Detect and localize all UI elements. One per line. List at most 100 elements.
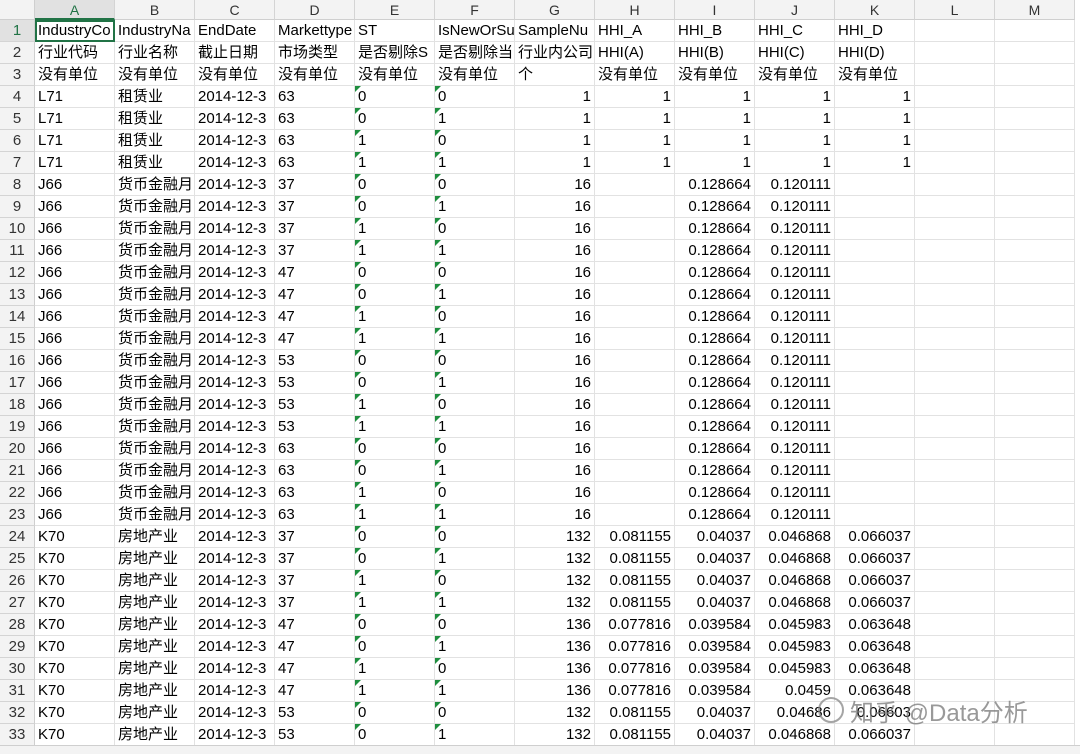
column-header-j[interactable]: J bbox=[755, 0, 835, 20]
table-cell[interactable]: 16 bbox=[515, 460, 595, 482]
table-cell[interactable]: 0.120111 bbox=[755, 174, 835, 196]
column-header-g[interactable]: G bbox=[515, 0, 595, 20]
table-cell[interactable]: 0 bbox=[435, 350, 515, 372]
row-header[interactable]: 7 bbox=[0, 152, 35, 174]
table-cell[interactable]: 0.039584 bbox=[675, 636, 755, 658]
table-cell[interactable] bbox=[835, 504, 915, 526]
table-cell[interactable]: 货币金融月 bbox=[115, 482, 195, 504]
table-cell[interactable]: 0 bbox=[355, 86, 435, 108]
table-cell[interactable]: 1 bbox=[435, 636, 515, 658]
table-cell[interactable]: 0.128664 bbox=[675, 240, 755, 262]
table-cell[interactable]: 53 bbox=[275, 702, 355, 724]
table-cell[interactable]: 1 bbox=[355, 240, 435, 262]
table-cell[interactable]: 0.081155 bbox=[595, 548, 675, 570]
table-cell[interactable]: 房地产业 bbox=[115, 658, 195, 680]
table-cell[interactable] bbox=[915, 504, 995, 526]
table-cell[interactable]: IsNewOrSu bbox=[435, 20, 515, 42]
row-header[interactable]: 29 bbox=[0, 636, 35, 658]
row-header[interactable]: 5 bbox=[0, 108, 35, 130]
table-cell[interactable] bbox=[995, 592, 1075, 614]
table-cell[interactable]: 2014-12-3 bbox=[195, 152, 275, 174]
table-cell[interactable]: 是否剔除S bbox=[355, 42, 435, 64]
table-cell[interactable] bbox=[995, 20, 1075, 42]
table-cell[interactable]: 0.04037 bbox=[675, 702, 755, 724]
table-cell[interactable]: 2014-12-3 bbox=[195, 328, 275, 350]
table-cell[interactable]: 房地产业 bbox=[115, 636, 195, 658]
row-header[interactable]: 6 bbox=[0, 130, 35, 152]
table-cell[interactable]: 0.128664 bbox=[675, 416, 755, 438]
table-cell[interactable]: 0.063648 bbox=[835, 614, 915, 636]
table-cell[interactable]: 0.04037 bbox=[675, 570, 755, 592]
table-cell[interactable]: 1 bbox=[755, 130, 835, 152]
table-cell[interactable]: 136 bbox=[515, 636, 595, 658]
table-cell[interactable]: 53 bbox=[275, 350, 355, 372]
table-cell[interactable]: 16 bbox=[515, 306, 595, 328]
table-cell[interactable]: 1 bbox=[435, 108, 515, 130]
table-cell[interactable]: 货币金融月 bbox=[115, 394, 195, 416]
table-cell[interactable]: 货币金融月 bbox=[115, 174, 195, 196]
table-cell[interactable] bbox=[995, 614, 1075, 636]
table-cell[interactable]: 37 bbox=[275, 570, 355, 592]
table-cell[interactable]: 1 bbox=[435, 680, 515, 702]
table-cell[interactable]: 2014-12-3 bbox=[195, 482, 275, 504]
table-cell[interactable]: 136 bbox=[515, 658, 595, 680]
table-cell[interactable] bbox=[835, 174, 915, 196]
table-cell[interactable]: 0.120111 bbox=[755, 438, 835, 460]
table-cell[interactable]: 1 bbox=[435, 372, 515, 394]
row-header[interactable]: 28 bbox=[0, 614, 35, 636]
table-cell[interactable] bbox=[835, 196, 915, 218]
table-cell[interactable]: 截止日期 bbox=[195, 42, 275, 64]
table-cell[interactable]: 0 bbox=[435, 482, 515, 504]
table-cell[interactable]: 16 bbox=[515, 262, 595, 284]
table-cell[interactable]: 0.063648 bbox=[835, 636, 915, 658]
table-cell[interactable]: 0 bbox=[435, 306, 515, 328]
table-cell[interactable]: 0 bbox=[435, 174, 515, 196]
table-cell[interactable]: 0 bbox=[435, 614, 515, 636]
table-cell[interactable]: 0.128664 bbox=[675, 174, 755, 196]
table-cell[interactable] bbox=[915, 262, 995, 284]
table-cell[interactable] bbox=[835, 482, 915, 504]
table-cell[interactable] bbox=[835, 306, 915, 328]
table-cell[interactable]: 货币金融月 bbox=[115, 306, 195, 328]
table-cell[interactable]: 0.077816 bbox=[595, 680, 675, 702]
table-cell[interactable]: 0.128664 bbox=[675, 328, 755, 350]
table-cell[interactable] bbox=[595, 240, 675, 262]
table-cell[interactable]: 1 bbox=[595, 86, 675, 108]
table-cell[interactable] bbox=[995, 526, 1075, 548]
table-cell[interactable]: ST bbox=[355, 20, 435, 42]
column-header-k[interactable]: K bbox=[835, 0, 915, 20]
table-cell[interactable]: 47 bbox=[275, 306, 355, 328]
table-cell[interactable]: SampleNu bbox=[515, 20, 595, 42]
table-cell[interactable] bbox=[915, 240, 995, 262]
row-header[interactable]: 9 bbox=[0, 196, 35, 218]
spreadsheet-grid[interactable]: A B C D E F G H I J K L M 1 IndustryCo IndustryNa EndDat… bbox=[0, 0, 1080, 753]
table-cell[interactable]: 0.077816 bbox=[595, 614, 675, 636]
table-cell[interactable]: K70 bbox=[35, 614, 115, 636]
table-cell[interactable] bbox=[915, 20, 995, 42]
column-header-b[interactable]: B bbox=[115, 0, 195, 20]
table-cell[interactable]: 37 bbox=[275, 592, 355, 614]
table-cell[interactable]: 没有单位 bbox=[275, 64, 355, 86]
table-cell[interactable]: 47 bbox=[275, 658, 355, 680]
table-cell[interactable]: 63 bbox=[275, 86, 355, 108]
table-cell[interactable]: 1 bbox=[755, 86, 835, 108]
table-cell[interactable]: 0.128664 bbox=[675, 372, 755, 394]
table-cell[interactable]: J66 bbox=[35, 328, 115, 350]
table-cell[interactable]: 房地产业 bbox=[115, 614, 195, 636]
table-cell[interactable]: 0 bbox=[355, 636, 435, 658]
row-header[interactable]: 32 bbox=[0, 702, 35, 724]
table-cell[interactable] bbox=[995, 504, 1075, 526]
table-cell[interactable] bbox=[595, 218, 675, 240]
table-cell[interactable]: 没有单位 bbox=[115, 64, 195, 86]
table-cell[interactable]: 0.046868 bbox=[755, 592, 835, 614]
table-cell[interactable]: 没有单位 bbox=[675, 64, 755, 86]
table-cell[interactable]: L71 bbox=[35, 130, 115, 152]
table-cell[interactable]: 0.081155 bbox=[595, 702, 675, 724]
table-cell[interactable]: HHI(C) bbox=[755, 42, 835, 64]
table-cell[interactable]: 0.120111 bbox=[755, 262, 835, 284]
table-cell[interactable]: K70 bbox=[35, 636, 115, 658]
table-cell[interactable]: 0 bbox=[435, 438, 515, 460]
table-cell[interactable]: 0.120111 bbox=[755, 240, 835, 262]
table-cell[interactable]: 16 bbox=[515, 284, 595, 306]
table-cell[interactable]: 0.128664 bbox=[675, 306, 755, 328]
